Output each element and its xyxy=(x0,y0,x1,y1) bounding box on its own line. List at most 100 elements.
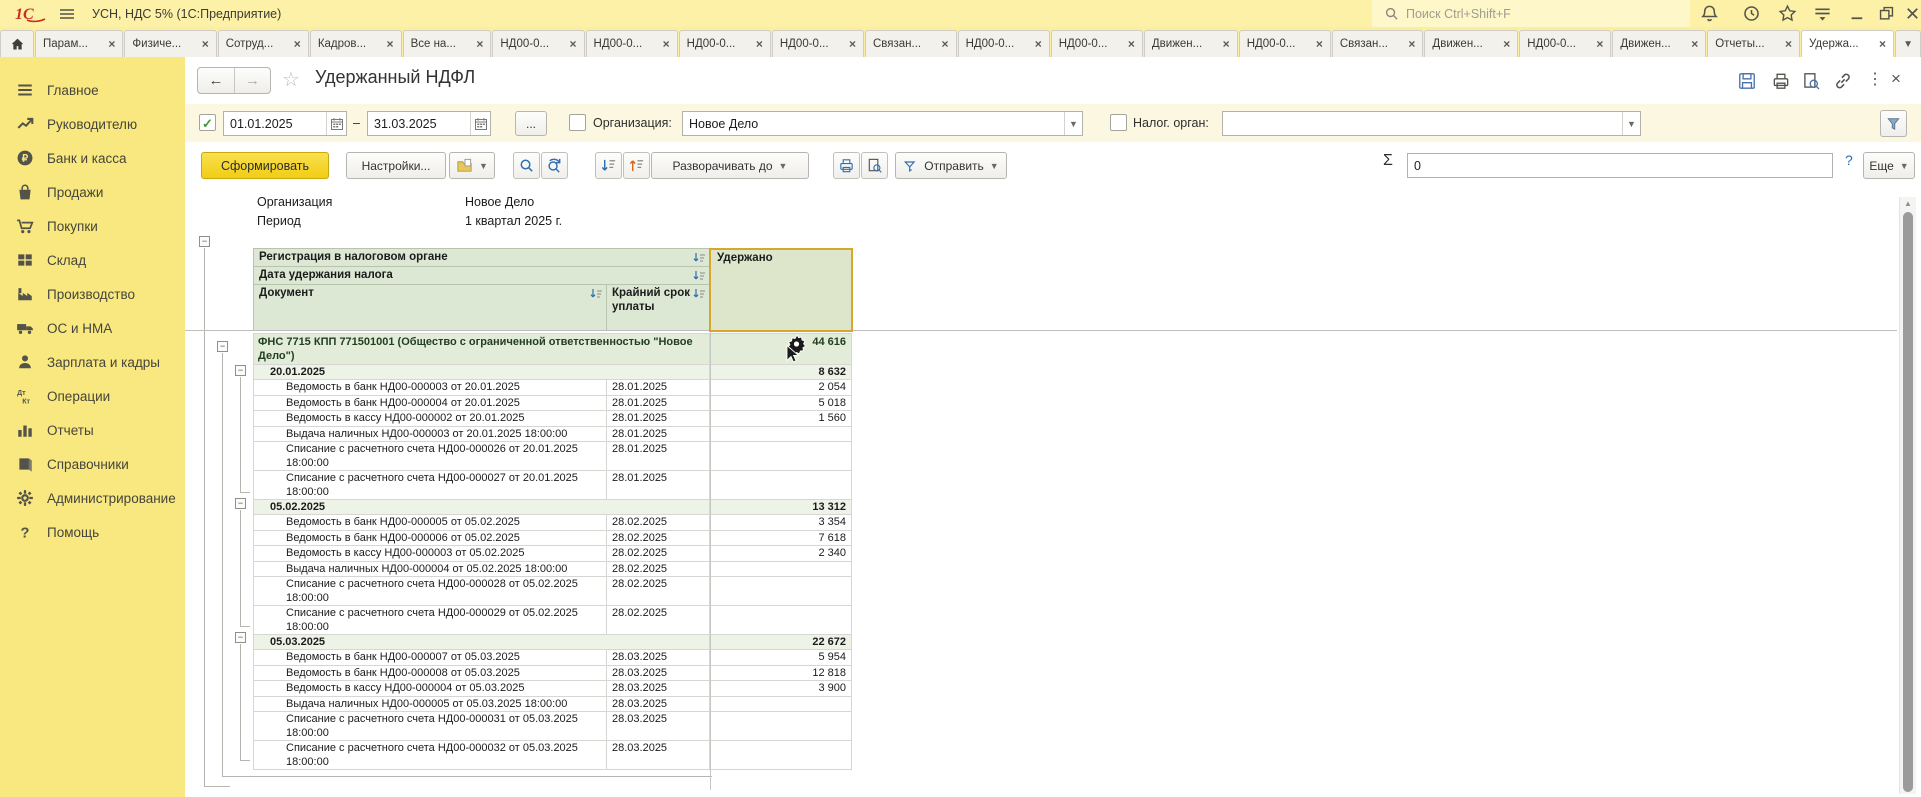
tab-3[interactable]: Сотруд...× xyxy=(218,30,309,57)
favorites-star-icon[interactable] xyxy=(1778,4,1797,23)
calendar-icon[interactable] xyxy=(326,112,346,135)
document-cell[interactable]: Выдача наличных НД00-000003 от 20.01.202… xyxy=(253,427,607,442)
date-group-total-cell[interactable]: 8 632 xyxy=(710,365,852,379)
tab-home[interactable] xyxy=(0,30,34,57)
tab-7[interactable]: НД00-0...× xyxy=(586,30,678,57)
tab-15[interactable]: Связан...× xyxy=(1332,30,1424,57)
document-cell[interactable]: Ведомость в кассу НД00-000002 от 20.01.2… xyxy=(253,411,607,426)
withheld-amount-cell[interactable]: 1 560 xyxy=(710,411,852,426)
sidebar-item-administrirovanie[interactable]: Администрирование xyxy=(0,481,185,515)
withheld-amount-cell[interactable] xyxy=(710,697,852,712)
withheld-amount-cell[interactable] xyxy=(710,577,852,605)
notifications-bell-icon[interactable] xyxy=(1700,4,1719,23)
document-cell[interactable]: Ведомость в банк НД00-000005 от 05.02.20… xyxy=(253,515,607,530)
tab-close-icon[interactable]: × xyxy=(1408,37,1415,51)
tab-1[interactable]: Парам...× xyxy=(35,30,123,57)
period-checkbox[interactable]: ✓ xyxy=(199,114,216,131)
document-cell[interactable]: Ведомость в банк НД00-000003 от 20.01.20… xyxy=(253,380,607,395)
column-header-withheld-selected[interactable]: Удержано xyxy=(709,248,853,332)
tax-authority-select[interactable]: ▼ xyxy=(1222,111,1641,136)
tab-close-icon[interactable]: × xyxy=(1128,37,1135,51)
tab-close-icon[interactable]: × xyxy=(756,37,763,51)
scrollbar-thumb[interactable] xyxy=(1903,212,1913,792)
report-variants-button[interactable]: ▼ xyxy=(449,152,495,179)
preview-icon[interactable] xyxy=(1801,71,1821,91)
tab-close-icon[interactable]: × xyxy=(663,37,670,51)
tab-8[interactable]: НД00-0...× xyxy=(679,30,771,57)
column-header-hold-date[interactable]: Дата удержания налога xyxy=(253,267,710,284)
withheld-amount-cell[interactable] xyxy=(710,562,852,577)
vertical-scrollbar[interactable]: ▲ xyxy=(1899,197,1916,794)
document-cell[interactable]: Ведомость в банк НД00-000006 от 05.02.20… xyxy=(253,531,607,546)
service-menu-icon[interactable] xyxy=(1813,4,1832,23)
tab-close-icon[interactable]: × xyxy=(1316,37,1323,51)
organization-checkbox[interactable] xyxy=(569,114,586,131)
favorite-star-icon[interactable]: ☆ xyxy=(282,67,300,92)
date-group-total-cell[interactable]: 22 672 xyxy=(710,635,852,649)
withheld-amount-cell[interactable]: 12 818 xyxy=(710,666,852,681)
collapse-groups-button[interactable] xyxy=(595,152,622,179)
withheld-amount-cell[interactable]: 5 018 xyxy=(710,396,852,411)
settings-button[interactable]: Настройки... xyxy=(346,152,446,179)
tab-6[interactable]: НД00-0...× xyxy=(492,30,584,57)
sort-icon[interactable] xyxy=(692,288,706,300)
chevron-down-icon[interactable]: ▼ xyxy=(1064,112,1082,135)
history-icon[interactable] xyxy=(1742,4,1761,23)
tab-overflow-caret[interactable]: ▼ xyxy=(1895,30,1921,57)
link-icon[interactable] xyxy=(1833,71,1853,91)
due-date-cell[interactable]: 28.03.2025 xyxy=(607,666,710,681)
document-cell[interactable]: Списание с расчетного счета НД00-000032 … xyxy=(253,741,607,769)
sidebar-item-proizvodstvo[interactable]: Производство xyxy=(0,277,185,311)
sort-icon[interactable] xyxy=(692,270,706,282)
tab-5[interactable]: Все на...× xyxy=(403,30,492,57)
withheld-amount-cell[interactable]: 5 954 xyxy=(710,650,852,665)
close-window-icon[interactable] xyxy=(1903,4,1921,23)
tab-close-icon[interactable]: × xyxy=(1223,37,1230,51)
minimize-window-icon[interactable] xyxy=(1848,4,1867,23)
tab-19[interactable]: Отчеты...× xyxy=(1707,30,1800,57)
document-cell[interactable]: Ведомость в кассу НД00-000004 от 05.03.2… xyxy=(253,681,607,696)
find-button[interactable] xyxy=(513,152,540,179)
find-next-button[interactable] xyxy=(541,152,568,179)
document-cell[interactable]: Ведомость в кассу НД00-000003 от 05.02.2… xyxy=(253,546,607,561)
due-date-cell[interactable]: 28.03.2025 xyxy=(607,650,710,665)
save-icon[interactable] xyxy=(1737,71,1757,91)
tax-authority-checkbox[interactable] xyxy=(1110,114,1127,131)
expand-to-button[interactable]: Разворачивать до ▼ xyxy=(651,152,809,179)
tab-16[interactable]: Движен...× xyxy=(1424,30,1518,57)
global-search-input[interactable]: Поиск Ctrl+Shift+F xyxy=(1372,0,1690,27)
sidebar-item-spravochniki[interactable]: Справочники xyxy=(0,447,185,481)
document-cell[interactable]: Списание с расчетного счета НД00-000031 … xyxy=(253,712,607,740)
sidebar-item-prodazhi[interactable]: Продажи xyxy=(0,175,185,209)
fns-group-name-cell[interactable]: ФНС 7715 КПП 771501001 (Общество с огран… xyxy=(253,334,710,364)
withheld-amount-cell[interactable] xyxy=(710,741,852,769)
calendar-icon[interactable] xyxy=(470,112,490,135)
tab-11[interactable]: НД00-0...× xyxy=(958,30,1050,57)
scroll-up-icon[interactable]: ▲ xyxy=(1900,197,1916,211)
tab-9[interactable]: НД00-0...× xyxy=(772,30,864,57)
document-cell[interactable]: Списание с расчетного счета НД00-000029 … xyxy=(253,606,607,634)
tab-close-icon[interactable]: × xyxy=(294,37,301,51)
main-menu-icon[interactable] xyxy=(58,5,76,23)
print-preview-button[interactable] xyxy=(861,152,888,179)
collapse-group-button[interactable]: − xyxy=(199,236,210,247)
due-date-cell[interactable]: 28.01.2025 xyxy=(607,427,710,442)
due-date-cell[interactable]: 28.03.2025 xyxy=(607,712,710,740)
due-date-cell[interactable]: 28.01.2025 xyxy=(607,411,710,426)
sidebar-item-bank-i-kassa[interactable]: ₽Банк и касса xyxy=(0,141,185,175)
withheld-amount-cell[interactable]: 2 054 xyxy=(710,380,852,395)
sidebar-item-rukovoditelyu[interactable]: Руководителю xyxy=(0,107,185,141)
frozen-rows-splitter[interactable] xyxy=(185,330,1897,331)
sidebar-item-glavnoe[interactable]: Главное xyxy=(0,73,185,107)
print-button[interactable] xyxy=(833,152,860,179)
generate-button[interactable]: Сформировать xyxy=(201,152,329,179)
tab-close-icon[interactable]: × xyxy=(1035,37,1042,51)
close-form-icon[interactable]: × xyxy=(1891,69,1901,89)
tab-close-icon[interactable]: × xyxy=(942,37,949,51)
period-more-button[interactable]: ... xyxy=(515,111,547,136)
tab-close-icon[interactable]: × xyxy=(1879,37,1886,51)
chevron-down-icon[interactable]: ▼ xyxy=(1622,112,1640,135)
withheld-amount-cell[interactable]: 7 618 xyxy=(710,531,852,546)
collapse-group-button[interactable]: − xyxy=(217,341,228,352)
filter-settings-button[interactable] xyxy=(1880,110,1907,137)
